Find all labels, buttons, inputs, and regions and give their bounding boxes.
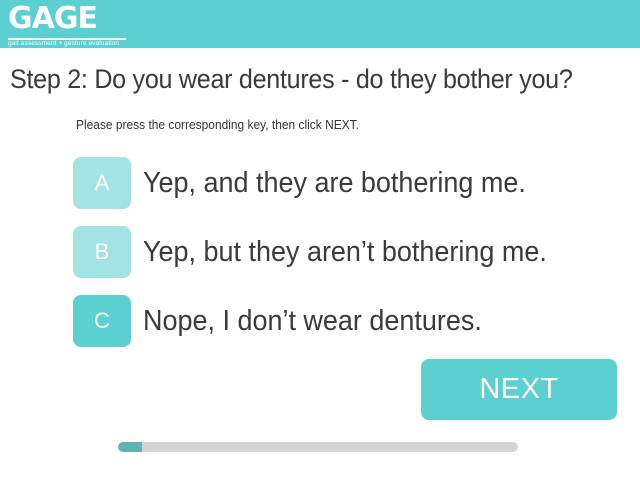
option-key-b[interactable]: B [73, 226, 131, 278]
progress-fill [118, 442, 142, 452]
option-label-b[interactable]: Yep, but they aren’t bothering me. [143, 226, 547, 278]
gage-logo: GAGE gait assessment + gesture evaluatio… [8, 1, 128, 47]
logo-wordmark: GAGE [8, 1, 98, 36]
option-b[interactable]: B Yep, but they aren’t bothering me. [73, 226, 613, 278]
logo-tagline: gait assessment + gesture evaluation [8, 40, 120, 47]
option-label-c[interactable]: Nope, I don’t wear dentures. [143, 295, 482, 347]
option-label-a[interactable]: Yep, and they are bothering me. [143, 157, 526, 209]
option-a[interactable]: A Yep, and they are bothering me. [73, 157, 613, 209]
app-header: GAGE gait assessment + gesture evaluatio… [0, 0, 640, 48]
progress-bar [118, 442, 518, 452]
option-key-a[interactable]: A [73, 157, 131, 209]
option-c[interactable]: C Nope, I don’t wear dentures. [73, 295, 613, 347]
next-button[interactable]: NEXT [421, 359, 617, 420]
option-key-c[interactable]: C [73, 295, 131, 347]
question-title: Step 2: Do you wear dentures - do they b… [10, 64, 573, 94]
instruction-text: Please press the corresponding key, then… [76, 117, 359, 132]
